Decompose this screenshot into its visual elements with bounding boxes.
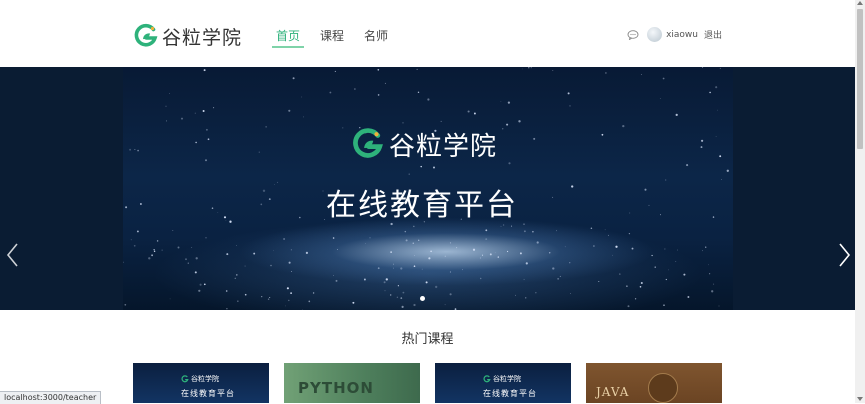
card-subtitle: 在线教育平台 — [181, 389, 235, 398]
leaf-g-logo-icon — [134, 23, 158, 47]
nav-item-teachers[interactable]: 名师 — [364, 0, 388, 48]
nav-item-courses[interactable]: 课程 — [320, 0, 344, 48]
scroll-up-arrow-icon[interactable] — [857, 1, 863, 5]
site-header: 谷粒学院 首页 课程 名师 xiaowu 退出 — [0, 0, 855, 67]
java-cup-icon — [648, 373, 678, 403]
logo-text: 谷粒学院 — [162, 26, 243, 49]
carousel-indicators — [420, 296, 425, 301]
card-title: JAVA — [596, 385, 630, 399]
banner-tagline: 在线教育平台 — [326, 188, 518, 223]
course-card[interactable]: PYTHON — [284, 363, 420, 403]
card-subtitle: 在线教育平台 — [483, 389, 537, 398]
banner-logo: 谷粒学院 — [351, 127, 498, 162]
nav-item-home[interactable]: 首页 — [272, 0, 305, 48]
card-logo: 谷粒学院 — [483, 374, 521, 384]
leaf-g-logo-icon — [181, 375, 189, 383]
course-card[interactable]: JAVA — [586, 363, 722, 403]
leaf-g-logo-icon — [483, 375, 491, 383]
scrollbar[interactable] — [855, 0, 865, 403]
card-logo-text: 谷粒学院 — [493, 375, 521, 383]
scroll-down-arrow-icon[interactable] — [857, 397, 863, 401]
chevron-left-icon[interactable] — [5, 242, 19, 268]
card-logo-text: 谷粒学院 — [191, 375, 219, 383]
carousel-dot[interactable] — [420, 296, 425, 301]
card-title: PYTHON — [298, 379, 374, 397]
status-url: localhost:3000/teacher — [0, 391, 102, 404]
username[interactable]: xiaowu — [666, 30, 698, 40]
avatar[interactable] — [647, 27, 663, 42]
user-area: xiaowu 退出 — [627, 27, 722, 42]
site-logo[interactable]: 谷粒学院 — [133, 22, 242, 50]
scroll-thumb[interactable] — [857, 9, 863, 149]
card-logo: 谷粒学院 — [181, 374, 219, 384]
course-list: 谷粒学院 在线教育平台 PYTHON 谷粒学院 在线教育平台 JAVA — [133, 363, 723, 403]
course-card[interactable]: 谷粒学院 在线教育平台 — [133, 363, 269, 403]
chat-bubble-icon[interactable] — [627, 29, 639, 40]
logout-link[interactable]: 退出 — [704, 28, 722, 41]
main-nav: 首页 课程 名师 — [272, 0, 408, 67]
course-card[interactable]: 谷粒学院 在线教育平台 — [435, 363, 571, 403]
chevron-right-icon[interactable] — [838, 242, 852, 268]
section-title: 热门课程 — [401, 332, 454, 347]
banner-logo-text: 谷粒学院 — [389, 131, 498, 162]
leaf-g-logo-icon — [353, 128, 383, 158]
